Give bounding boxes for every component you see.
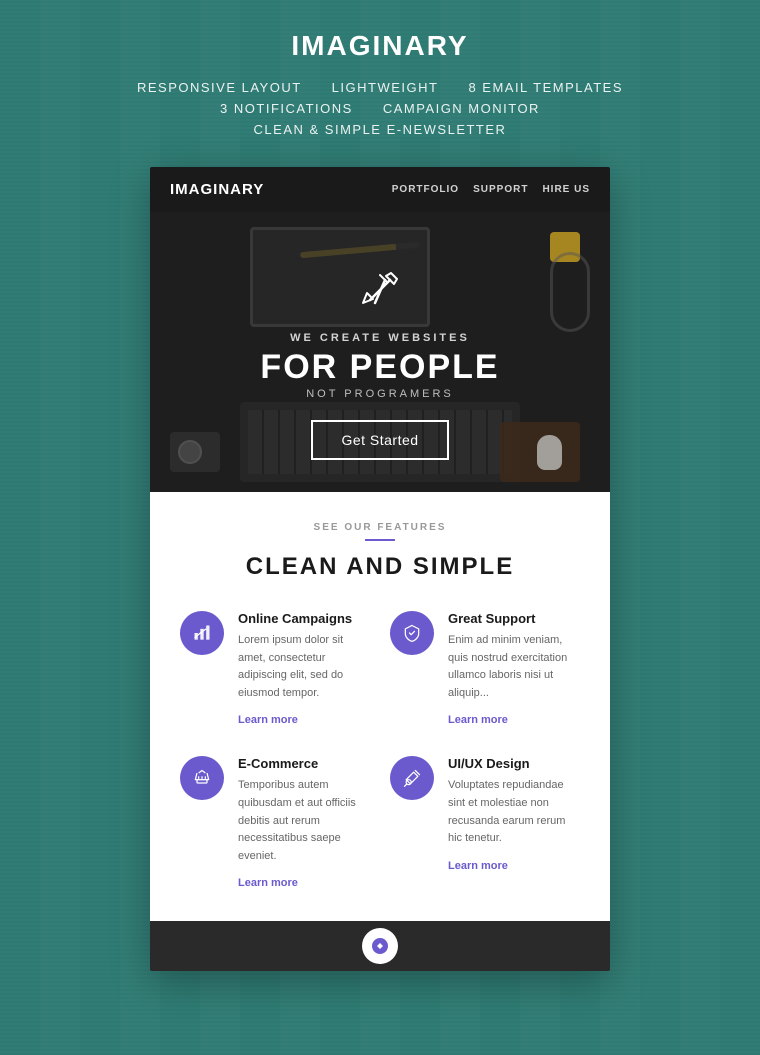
uiux-text: UI/UX Design Voluptates repudiandae sint… [448, 756, 580, 873]
features-row3: CLEAN & SIMPLE E-NEWSLETTER [254, 122, 507, 137]
uiux-icon-circle [390, 756, 434, 800]
ecommerce-text: E-Commerce Temporibus autem quibusdam et… [238, 756, 370, 891]
online-campaigns-title: Online Campaigns [238, 611, 370, 626]
ecommerce-desc: Temporibus autem quibusdam et aut offici… [238, 777, 370, 865]
card-body: SEE OUR FEATURES CLEAN AND SIMPLE [150, 492, 610, 921]
online-campaigns-text: Online Campaigns Lorem ipsum dolor sit a… [238, 611, 370, 728]
ecommerce-title: E-Commerce [238, 756, 370, 771]
tools-icon [402, 768, 422, 788]
uiux-title: UI/UX Design [448, 756, 580, 771]
hero-title: FOR PEOPLE [260, 350, 499, 384]
great-support-text: Great Support Enim ad minim veniam, quis… [448, 611, 580, 728]
features-row2: 3 NOTIFICATIONS CAMPAIGN MONITOR [220, 101, 540, 116]
hero-subtitle: WE CREATE WEBSITES [260, 332, 499, 344]
card-hero: WE CREATE WEBSITES FOR PEOPLE NOT PROGRA… [150, 212, 610, 492]
great-support-icon-circle [390, 611, 434, 655]
hero-description: NOT PROGRAMERS [260, 388, 499, 400]
features-grid: Online Campaigns Lorem ipsum dolor sit a… [180, 611, 580, 891]
nav-link-portfolio[interactable]: PORTFOLIO [392, 184, 459, 195]
camera-decoration [170, 432, 220, 472]
headphones-decoration [550, 252, 590, 332]
feature-card-online-campaigns: Online Campaigns Lorem ipsum dolor sit a… [180, 611, 370, 728]
feature-lightweight: LIGHTWEIGHT [332, 80, 439, 95]
online-campaigns-icon-circle [180, 611, 224, 655]
feature-campaign: CAMPAIGN MONITOR [383, 101, 540, 116]
online-campaigns-learn-more[interactable]: Learn more [238, 714, 298, 726]
section-title: CLEAN AND SIMPLE [180, 553, 580, 581]
features-row1: RESPONSIVE LAYOUT LIGHTWEIGHT 8 EMAIL TE… [137, 80, 623, 95]
shield-icon [402, 623, 422, 643]
feature-card-uiux: UI/UX Design Voluptates repudiandae sint… [390, 756, 580, 891]
feature-card-great-support: Great Support Enim ad minim veniam, quis… [390, 611, 580, 728]
nav-links: PORTFOLIO SUPPORT HIRE US [392, 184, 590, 195]
footer-logo [362, 928, 398, 964]
feature-notifications: 3 NOTIFICATIONS [220, 101, 353, 116]
great-support-learn-more[interactable]: Learn more [448, 714, 508, 726]
nav-link-hire-us[interactable]: HIRE US [542, 184, 590, 195]
card-footer [150, 921, 610, 971]
uiux-desc: Voluptates repudiandae sint et molestiae… [448, 777, 580, 847]
section-label: SEE OUR FEATURES [180, 522, 580, 533]
great-support-desc: Enim ad minim veniam, quis nostrud exerc… [448, 632, 580, 702]
online-campaigns-desc: Lorem ipsum dolor sit amet, consectetur … [238, 632, 370, 702]
chart-icon [192, 623, 212, 643]
feature-enewsletter: CLEAN & SIMPLE E-NEWSLETTER [254, 122, 507, 137]
feature-responsive: RESPONSIVE LAYOUT [137, 80, 302, 95]
mouse-decoration [537, 435, 562, 470]
great-support-title: Great Support [448, 611, 580, 626]
basket-icon [192, 768, 212, 788]
hero-content: WE CREATE WEBSITES FOR PEOPLE NOT PROGRA… [260, 265, 499, 460]
ecommerce-icon-circle [180, 756, 224, 800]
card-nav: IMAGINARY PORTFOLIO SUPPORT HIRE US [150, 167, 610, 212]
hero-icon [260, 265, 499, 320]
footer-logo-icon [370, 936, 390, 956]
email-card: IMAGINARY PORTFOLIO SUPPORT HIRE US [150, 167, 610, 971]
uiux-learn-more[interactable]: Learn more [448, 860, 508, 872]
card-logo: IMAGINARY [170, 181, 264, 198]
site-title: IMAGINARY [291, 30, 468, 62]
section-divider [365, 539, 395, 541]
ecommerce-learn-more[interactable]: Learn more [238, 877, 298, 889]
nav-link-support[interactable]: SUPPORT [473, 184, 528, 195]
get-started-button[interactable]: Get Started [311, 420, 448, 460]
card-header: IMAGINARY PORTFOLIO SUPPORT HIRE US [150, 167, 610, 492]
feature-card-ecommerce: E-Commerce Temporibus autem quibusdam et… [180, 756, 370, 891]
feature-email-templates: 8 EMAIL TEMPLATES [468, 80, 623, 95]
